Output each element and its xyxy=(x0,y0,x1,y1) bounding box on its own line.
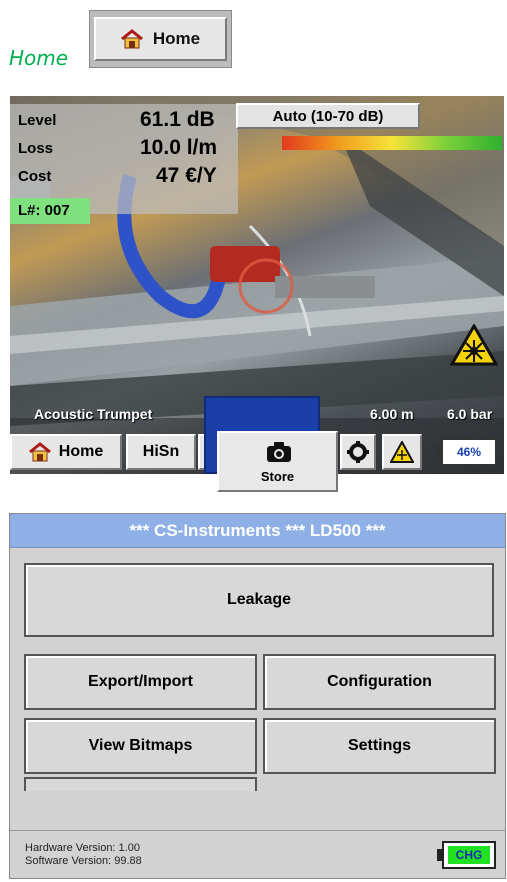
home-badge-label: Home xyxy=(152,29,201,48)
home-icon xyxy=(120,29,143,49)
hisn-button-label: HiSn xyxy=(142,443,180,460)
export-import-button[interactable]: Export/Import xyxy=(24,654,257,710)
hardware-version: Hardware Version: 1.00 xyxy=(25,842,140,854)
level-label: Level xyxy=(18,112,57,129)
settings-button[interactable] xyxy=(340,434,376,470)
cost-label: Cost xyxy=(18,168,52,185)
laser-warning-icon xyxy=(390,441,414,463)
home-button[interactable]: Home xyxy=(10,434,122,470)
level-value: 61.1 dB xyxy=(140,108,215,131)
loss-value: 10.0 l/m xyxy=(140,136,218,159)
home-button-preview: Home xyxy=(89,10,232,68)
laser-warning-icon xyxy=(450,324,498,366)
distance-value: 6.00 m xyxy=(370,406,414,422)
home-icon xyxy=(28,442,51,462)
view-bitmaps-button[interactable]: View Bitmaps xyxy=(24,718,257,774)
caption-home-label: Home xyxy=(9,46,69,70)
store-button[interactable]: Store xyxy=(217,431,338,492)
main-menu-screen: *** CS-Instruments *** LD500 *** Leakage… xyxy=(9,513,506,879)
battery-indicator: 46% xyxy=(436,438,497,466)
gear-icon xyxy=(347,441,369,463)
charging-indicator: CHG xyxy=(437,841,496,869)
sensor-label: Acoustic Trumpet xyxy=(34,406,153,422)
pressure-value: 6.0 bar xyxy=(447,406,493,422)
settings-menu-button[interactable]: Settings xyxy=(263,718,496,774)
partial-button[interactable] xyxy=(24,777,257,791)
laser-button[interactable] xyxy=(382,434,422,470)
menu-title-bar: *** CS-Instruments *** LD500 *** xyxy=(10,514,505,548)
range-button[interactable]: Auto (10-70 dB) xyxy=(236,103,420,129)
home-button-label: Home xyxy=(58,443,104,460)
leakage-button[interactable]: Leakage xyxy=(24,563,494,637)
software-version: Software Version: 99.88 xyxy=(25,855,142,867)
camera-icon xyxy=(267,442,291,462)
hisn-button[interactable]: HiSn xyxy=(126,434,196,470)
configuration-button[interactable]: Configuration xyxy=(263,654,496,710)
charging-label: CHG xyxy=(448,846,490,864)
camera-live-view: Level 61.1 dB Loss 10.0 l/m Cost 47 €/Y … xyxy=(10,96,504,474)
cost-value: 47 €/Y xyxy=(156,164,217,187)
store-button-label: Store xyxy=(260,469,295,484)
leak-number-tag: L#: 007 xyxy=(10,198,90,224)
version-footer: Hardware Version: 1.00 Software Version:… xyxy=(10,830,505,878)
level-scale-bar xyxy=(282,136,502,150)
loss-label: Loss xyxy=(18,140,54,157)
